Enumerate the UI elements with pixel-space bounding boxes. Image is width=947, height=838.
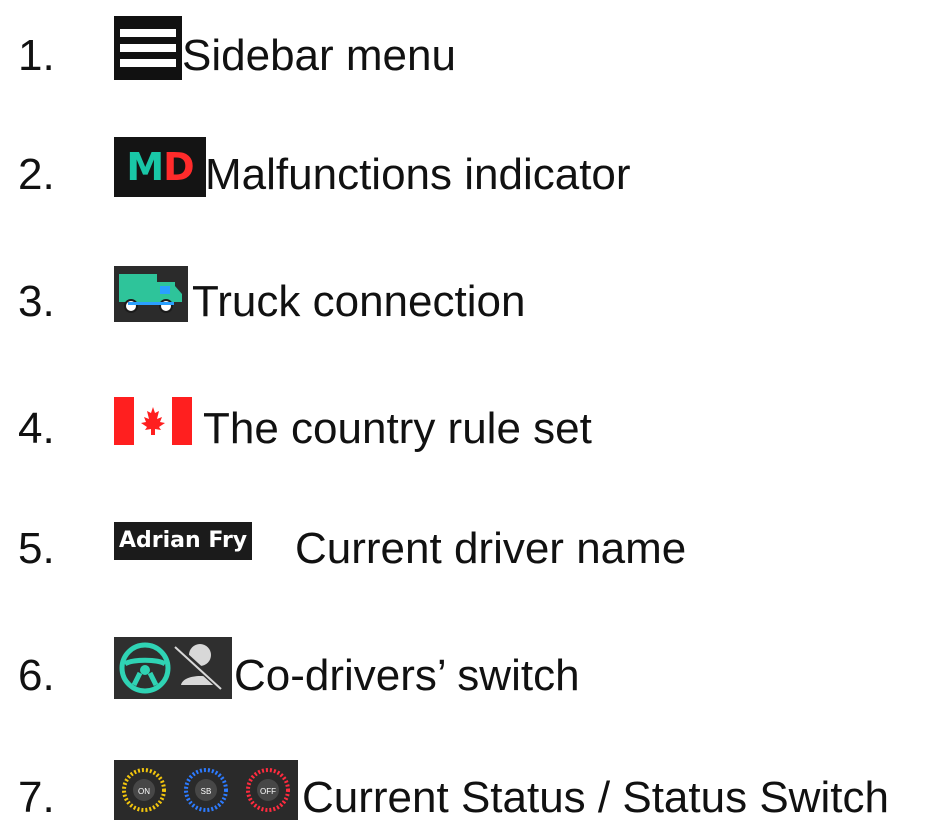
status-on-button: ON bbox=[122, 768, 166, 812]
legend-row-current-driver: 5. Adrian Fry Current driver name bbox=[0, 509, 947, 589]
legend-row-malfunctions: 2. M D Malfunctions indicator bbox=[0, 135, 947, 215]
item-label: Co-drivers’ switch bbox=[234, 651, 580, 700]
item-label: The country rule set bbox=[203, 404, 592, 453]
legend-row-country-rule-set: 4. The country rule set bbox=[0, 389, 947, 469]
co-drivers-switch-icon bbox=[114, 637, 232, 699]
menu-line bbox=[120, 44, 176, 52]
item-label: Sidebar menu bbox=[182, 31, 456, 80]
status-sb-label: SB bbox=[201, 787, 212, 796]
legend-row-status-switch: 7. ON SB OFF Current Status / Status Swi… bbox=[0, 758, 947, 838]
driver-name-badge: Adrian Fry bbox=[114, 522, 253, 560]
item-number: 2. bbox=[18, 150, 55, 199]
status-switch[interactable]: ON SB OFF bbox=[114, 758, 298, 822]
truck-icon bbox=[119, 274, 182, 313]
hamburger-menu-icon bbox=[114, 16, 182, 80]
sidebar-menu-icon[interactable] bbox=[114, 16, 182, 80]
current-driver-indicator[interactable]: Adrian Fry bbox=[114, 509, 253, 573]
item-label: Truck connection bbox=[192, 277, 526, 326]
country-rule-set-indicator[interactable] bbox=[114, 389, 192, 453]
co-drivers-switch[interactable] bbox=[114, 636, 232, 700]
item-label: Current driver name bbox=[295, 524, 687, 573]
menu-line bbox=[120, 29, 176, 37]
item-number: 3. bbox=[18, 277, 55, 326]
item-number: 1. bbox=[18, 31, 55, 80]
status-off-label: OFF bbox=[260, 787, 276, 796]
status-sb-button: SB bbox=[184, 768, 228, 812]
item-label: Malfunctions indicator bbox=[205, 150, 631, 199]
status-switch-icon: ON SB OFF bbox=[114, 760, 298, 820]
flag-svg bbox=[114, 397, 192, 445]
item-number: 6. bbox=[18, 651, 55, 700]
md-letter-m: M bbox=[126, 145, 164, 189]
item-number: 4. bbox=[18, 404, 55, 453]
canada-flag-icon bbox=[114, 397, 192, 445]
malfunctions-md-icon: M D bbox=[114, 137, 206, 197]
item-label: Current Status / Status Switch bbox=[302, 773, 889, 822]
malfunctions-indicator[interactable]: M D bbox=[114, 135, 206, 199]
status-buttons-svg: ON SB OFF bbox=[122, 768, 290, 812]
co-driver-svg bbox=[119, 642, 225, 694]
legend-row-sidebar-menu: 1. Sidebar menu bbox=[0, 16, 947, 96]
legend-row-co-drivers-switch: 6. Co-drivers’ switch bbox=[0, 636, 947, 716]
status-on-label: ON bbox=[138, 787, 150, 796]
truck-connection-indicator[interactable] bbox=[114, 262, 188, 326]
md-letter-d: D bbox=[163, 145, 195, 189]
status-off-button: OFF bbox=[246, 768, 290, 812]
truck-connection-icon bbox=[114, 266, 188, 322]
item-number: 5. bbox=[18, 524, 55, 573]
menu-line bbox=[120, 59, 176, 67]
item-number: 7. bbox=[18, 773, 55, 822]
legend-row-truck-connection: 3. Truck connection bbox=[0, 262, 947, 342]
